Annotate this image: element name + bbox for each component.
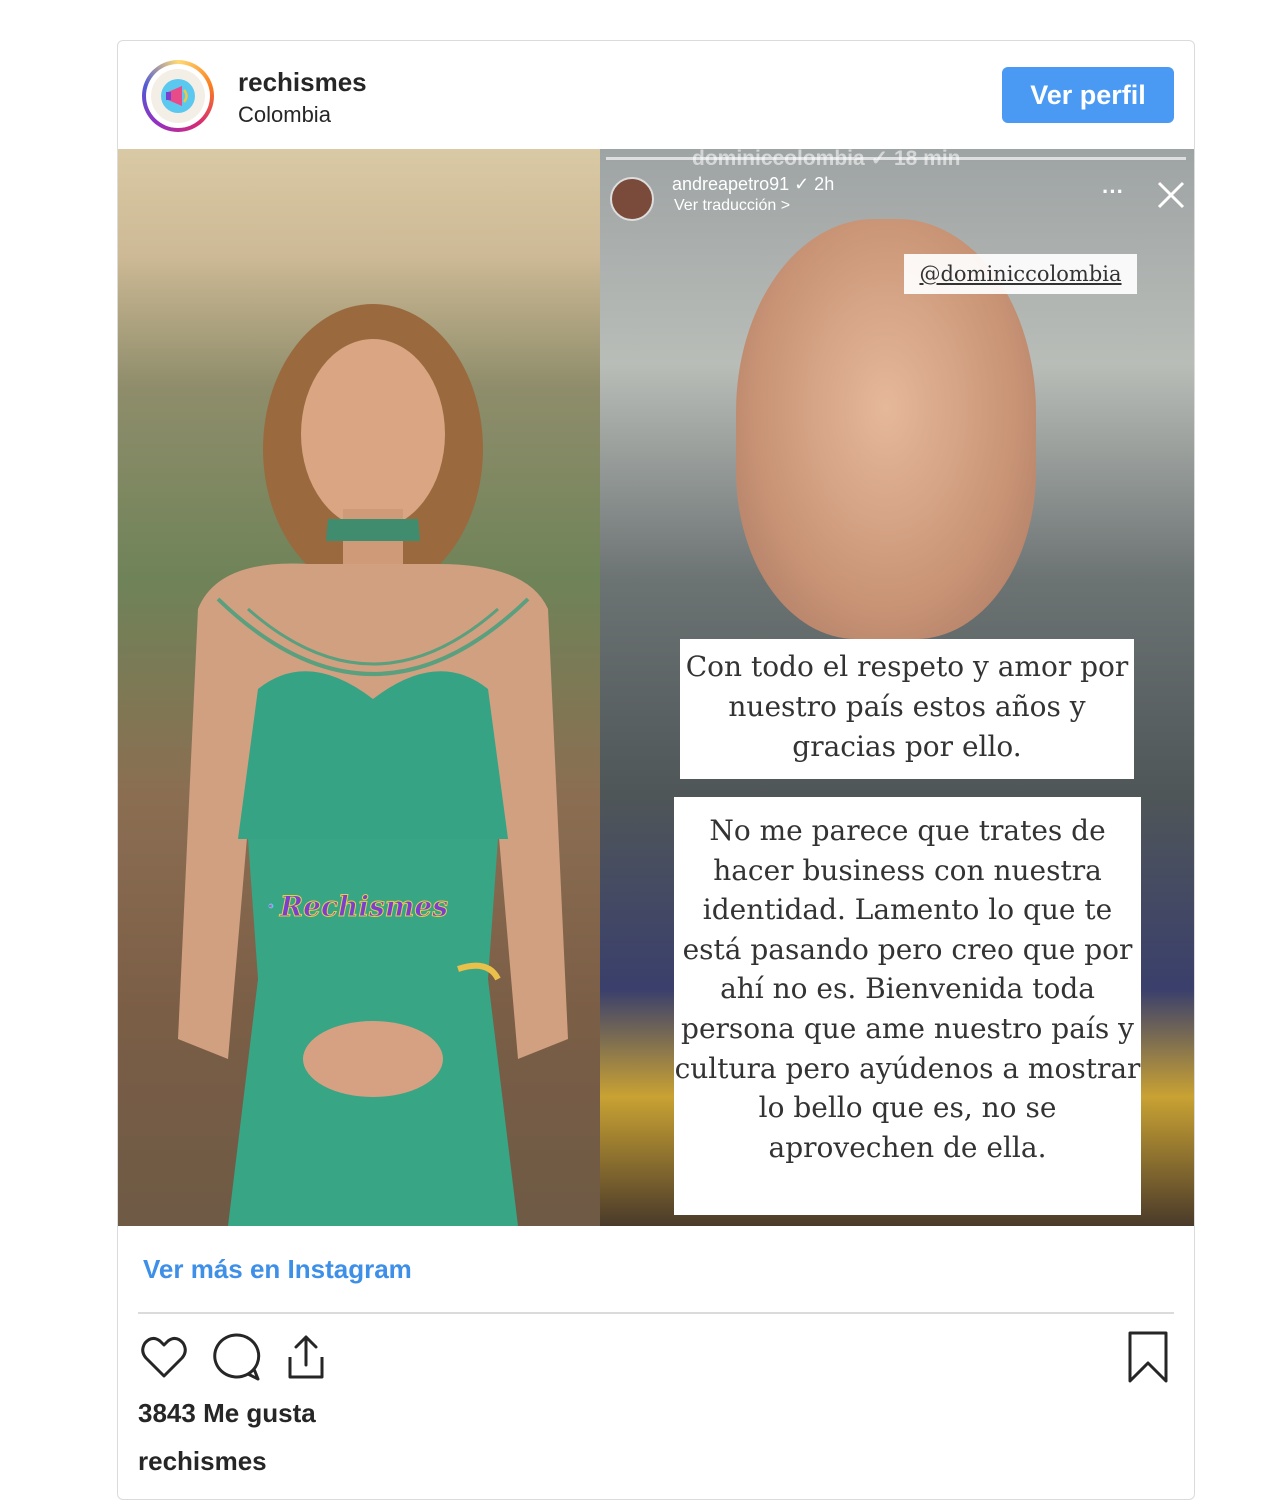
story-mention-sticker: @dominiccolombia: [904, 254, 1137, 294]
more-icon: ···: [1102, 179, 1124, 204]
likes-count: 3843 Me gusta: [138, 1398, 316, 1428]
story-text-block-1: Con todo el respeto y amor por nuestro p…: [680, 639, 1134, 779]
right-story-panel: dominiccolombia ✓ 18 min andreapetro91 ✓…: [600, 149, 1194, 1226]
story-translate-link: Ver traducción >: [674, 197, 791, 214]
post-header: rechismes Colombia Ver perfil: [118, 41, 1194, 149]
close-icon: [1157, 181, 1185, 209]
heart-icon[interactable]: [138, 1331, 190, 1383]
left-photo-panel: Rechismes: [118, 149, 600, 1226]
divider: [138, 1312, 1174, 1314]
watermark-text: Rechismes: [279, 889, 448, 923]
comment-icon[interactable]: [210, 1331, 262, 1383]
story-avatar: [610, 177, 654, 221]
watermark-logo: Rechismes: [268, 881, 449, 931]
post-location[interactable]: Colombia: [238, 102, 331, 128]
story-text-block-2: No me parece que trates de hacer busines…: [674, 797, 1141, 1215]
story-ghost-username: dominiccolombia ✓ 18 min: [692, 149, 961, 170]
woman-figure: [178, 304, 568, 1226]
story-username: andreapetro91 ✓ 2h: [672, 174, 835, 194]
caption-username[interactable]: rechismes: [138, 1446, 267, 1477]
megaphone-icon: [151, 69, 205, 123]
view-profile-button[interactable]: Ver perfil: [1002, 67, 1174, 123]
post-username[interactable]: rechismes: [238, 67, 367, 98]
bookmark-icon[interactable]: [1122, 1331, 1174, 1383]
view-more-link[interactable]: Ver más en Instagram: [143, 1254, 412, 1285]
instagram-embed: rechismes Colombia Ver perfil Rechismes …: [117, 40, 1195, 1500]
megaphone-icon: [268, 903, 274, 909]
avatar[interactable]: [142, 60, 214, 132]
action-bar: [138, 1331, 1174, 1383]
post-image[interactable]: Rechismes dominiccolombia ✓ 18 min andre…: [118, 149, 1194, 1226]
story-header: dominiccolombia ✓ 18 min andreapetro91 ✓…: [600, 149, 1194, 229]
share-icon[interactable]: [280, 1331, 332, 1383]
